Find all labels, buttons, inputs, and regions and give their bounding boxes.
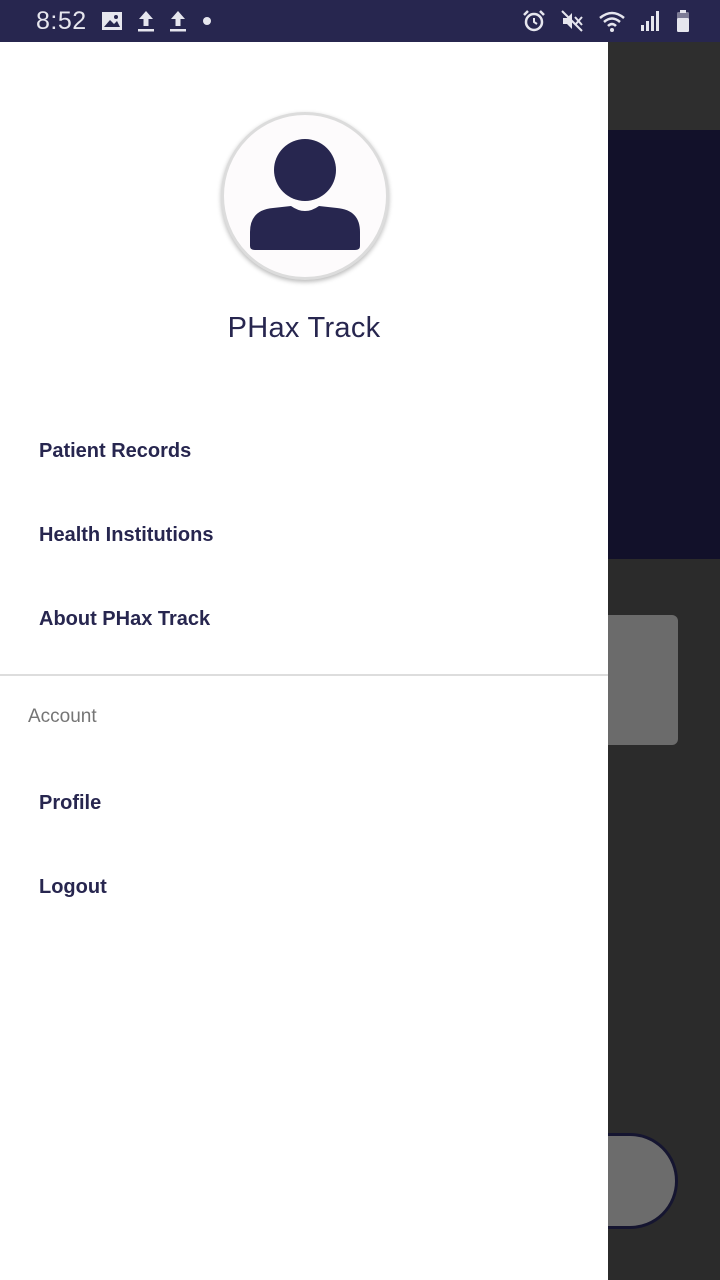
menu-item-patient-records[interactable]: Patient Records	[0, 409, 608, 493]
menu-item-label: Health Institutions	[39, 523, 214, 546]
menu-item-label: Patient Records	[39, 439, 192, 462]
screen: 8:52 PHax Track Patient Records Health I…	[0, 0, 720, 1280]
status-bar-left: 8:52	[36, 7, 213, 36]
signal-icon	[640, 10, 662, 32]
section-label-account: Account	[28, 706, 97, 727]
menu-item-label: Logout	[39, 875, 107, 898]
menu-item-label: About PHax Track	[39, 607, 211, 630]
menu-item-about[interactable]: About PHax Track	[0, 577, 608, 661]
person-icon	[249, 138, 361, 255]
status-time: 8:52	[36, 6, 87, 35]
status-bar: 8:52	[0, 0, 720, 42]
image-icon	[101, 11, 123, 31]
avatar	[221, 112, 389, 280]
alarm-icon	[522, 9, 546, 33]
menu-item-label: Profile	[39, 791, 102, 814]
upload-icon	[137, 10, 155, 32]
battery-icon	[676, 9, 690, 33]
drawer-app-title: PHax Track	[227, 312, 381, 344]
upload-icon	[169, 10, 187, 32]
mute-icon	[560, 9, 584, 33]
navigation-drawer: PHax Track Patient Records Health Instit…	[0, 42, 608, 1280]
menu-item-health-institutions[interactable]: Health Institutions	[0, 493, 608, 577]
menu-item-profile[interactable]: Profile	[0, 761, 608, 845]
divider	[0, 674, 608, 676]
dot-icon	[201, 15, 213, 27]
status-bar-right	[522, 9, 690, 33]
wifi-icon	[598, 9, 626, 33]
menu-item-logout[interactable]: Logout	[0, 845, 608, 929]
